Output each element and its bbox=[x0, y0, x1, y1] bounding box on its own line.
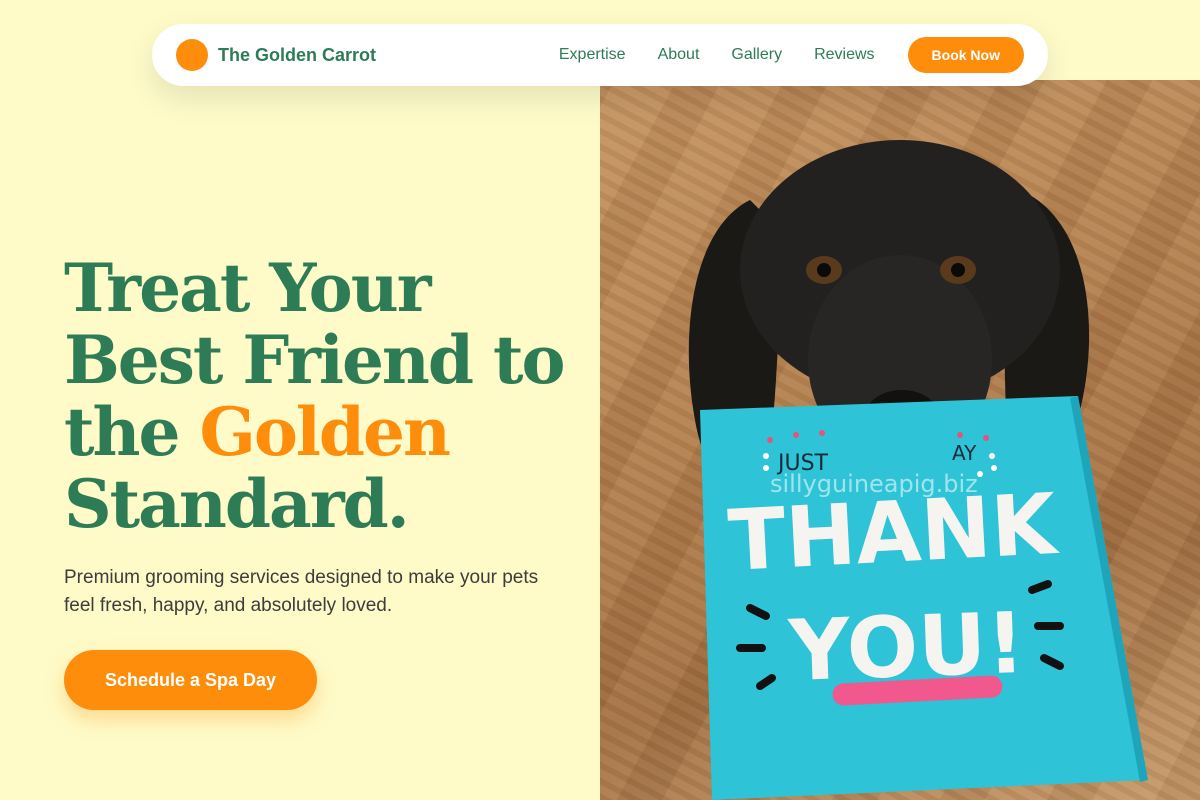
nav-links: Expertise About Gallery Reviews Book Now bbox=[559, 37, 1024, 73]
watermark-text: sillyguineapig.biz bbox=[770, 470, 978, 498]
top-nav: The Golden Carrot Expertise About Galler… bbox=[152, 24, 1048, 86]
brand-name[interactable]: The Golden Carrot bbox=[218, 45, 376, 66]
hero-dog-photo: JUST AY THANK YOU! sillyguineapig.biz bbox=[600, 80, 1200, 800]
nav-link-gallery[interactable]: Gallery bbox=[731, 46, 782, 64]
headline-part2: Standard. bbox=[64, 465, 410, 543]
book-now-button[interactable]: Book Now bbox=[907, 37, 1024, 73]
headline-accent: Golden bbox=[199, 393, 451, 471]
nav-link-reviews[interactable]: Reviews bbox=[814, 46, 874, 64]
hero-headline: Treat Your Best Friend to the Golden Sta… bbox=[64, 252, 584, 540]
nav-link-about[interactable]: About bbox=[658, 46, 700, 64]
thank-you-card: JUST AY THANK YOU! bbox=[700, 396, 1148, 800]
landing-page: JUST AY THANK YOU! sillyguineapig.biz Th… bbox=[0, 0, 1200, 800]
schedule-spa-day-button[interactable]: Schedule a Spa Day bbox=[64, 650, 317, 710]
hero-subtitle: Premium grooming services designed to ma… bbox=[64, 567, 539, 616]
logo-icon[interactable] bbox=[176, 39, 208, 71]
nav-link-expertise[interactable]: Expertise bbox=[559, 46, 626, 64]
card-top-right-text: AY bbox=[952, 441, 977, 465]
